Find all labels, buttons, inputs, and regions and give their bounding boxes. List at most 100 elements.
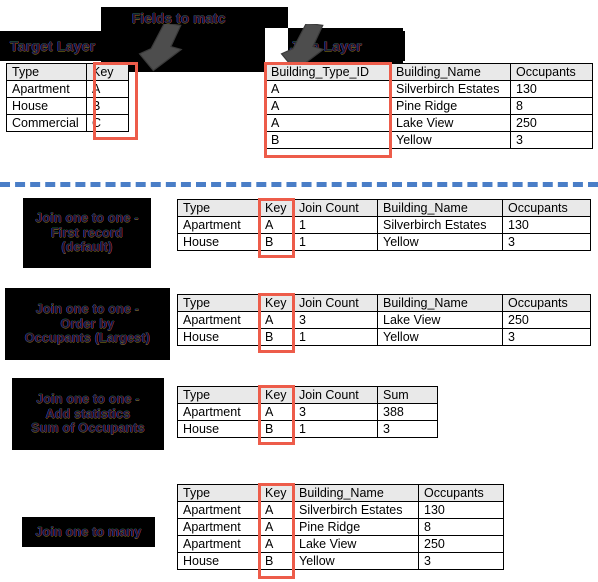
col-type: Type [177,294,260,312]
col-occupants: Occupants [502,199,591,217]
cell-building-name: Lake View [377,311,503,329]
col-key: Key [86,63,129,81]
col-join-count: Join Count [293,294,378,312]
table-row: Apartment A Pine Ridge 8 [177,518,504,536]
col-building-name: Building_Name [293,484,419,502]
cell-key: B [86,97,129,115]
cell-type: Apartment [177,311,260,329]
caption-line-1: Join one to one - [36,391,140,406]
table-row: A Lake View 250 [265,114,593,132]
cell-type: House [177,552,260,570]
cell-occupants: 130 [502,216,591,234]
cell-join-count: 1 [293,216,378,234]
caption-line-2: Order by [60,316,115,331]
caption-line-2: First record [51,225,123,240]
caption-join-one-to-many: Join one to many [22,517,155,547]
cell-occupants: 8 [510,97,593,115]
cell-key: B [259,328,294,346]
cell-occupants: 130 [510,80,593,98]
cell-type: House [177,233,260,251]
table-row: Apartment A 3 388 [177,403,438,421]
section-divider [0,182,598,187]
cell-type: House [6,97,87,115]
caption-line-2: Add statistics [45,406,131,421]
cell-key: A [259,535,294,553]
table-result-first-record: Type Key Join Count Building_Name Occupa… [177,199,591,251]
cell-key: A [259,518,294,536]
table-row: A Silverbirch Estates 130 [265,80,593,98]
cell-key: B [259,233,294,251]
caption-line-1: Join one to one - [35,301,140,316]
col-type: Type [6,63,87,81]
col-building-name: Building_Name [390,63,511,81]
table-row: Commercial C [6,114,129,132]
caption-join-one-to-one-add-statistics: Join one to one - Add statistics Sum of … [12,378,164,450]
table-result-order-by: Type Key Join Count Building_Name Occupa… [177,294,591,346]
table-row: Apartment A [6,80,129,98]
caption-line-3: (default) [61,240,113,255]
table-result-one-to-many: Type Key Building_Name Occupants Apartme… [177,484,504,570]
cell-occupants: 8 [418,518,504,536]
cell-building-name: Lake View [390,114,511,132]
cell-key: A [259,501,294,519]
cell-building-name: Silverbirch Estates [293,501,419,519]
cell-occupants: 3 [510,131,593,149]
cell-occupants: 250 [510,114,593,132]
col-building-type-id: Building_Type_ID [265,63,391,81]
cell-join-count: 3 [293,311,378,329]
table-row: House B 1 Yellow 3 [177,233,591,251]
cell-sum: 388 [377,403,438,421]
col-occupants: Occupants [510,63,593,81]
table-header-row: Building_Type_ID Building_Name Occupants [265,63,593,81]
col-join-count: Join Count [293,199,378,217]
cell-type: Commercial [6,114,87,132]
cell-type: House [177,420,260,438]
cell-type: Apartment [177,518,260,536]
col-key: Key [259,199,294,217]
cell-building-name: Pine Ridge [390,97,511,115]
diagram-canvas: Fields to match Target Layer Join Layer … [0,0,598,582]
cell-key: A [86,80,129,98]
cell-building-name: Silverbirch Estates [390,80,511,98]
col-sum: Sum [377,386,438,404]
cell-building-name: Lake View [293,535,419,553]
caption-join-one-to-one-order-by: Join one to one - Order by Occupants (La… [5,288,170,360]
cell-building-type-id: A [265,97,391,115]
table-header-row: Type Key [6,63,129,81]
col-occupants: Occupants [502,294,591,312]
cell-occupants: 3 [418,552,504,570]
cell-join-count: 1 [293,420,378,438]
table-row: Apartment A Lake View 250 [177,535,504,553]
col-occupants: Occupants [418,484,504,502]
table-row: House B 1 Yellow 3 [177,328,591,346]
col-key: Key [259,294,294,312]
cell-building-type-id: B [265,131,391,149]
cell-building-type-id: A [265,114,391,132]
cell-occupants: 3 [502,233,591,251]
cell-key: B [259,420,294,438]
table-header-row: Type Key Building_Name Occupants [177,484,504,502]
table-header-row: Type Key Join Count Building_Name Occupa… [177,294,591,312]
cell-occupants: 250 [418,535,504,553]
cell-join-count: 1 [293,328,378,346]
cell-type: Apartment [6,80,87,98]
cell-building-name: Yellow [293,552,419,570]
cell-building-name: Yellow [390,131,511,149]
cell-occupants: 250 [502,311,591,329]
table-row: A Pine Ridge 8 [265,97,593,115]
caption-line-1: Join one to one - [35,210,139,225]
col-building-name: Building_Name [377,199,503,217]
cell-type: Apartment [177,216,260,234]
cell-type: Apartment [177,535,260,553]
cell-building-name: Silverbirch Estates [377,216,503,234]
cell-key: A [259,216,294,234]
table-header-row: Type Key Join Count Building_Name Occupa… [177,199,591,217]
table-row: House B Yellow 3 [177,552,504,570]
cell-building-name: Yellow [377,328,503,346]
col-key: Key [259,484,294,502]
cell-type: Apartment [177,403,260,421]
cell-key: A [259,311,294,329]
col-type: Type [177,199,260,217]
col-type: Type [177,386,260,404]
cell-sum: 3 [377,420,438,438]
